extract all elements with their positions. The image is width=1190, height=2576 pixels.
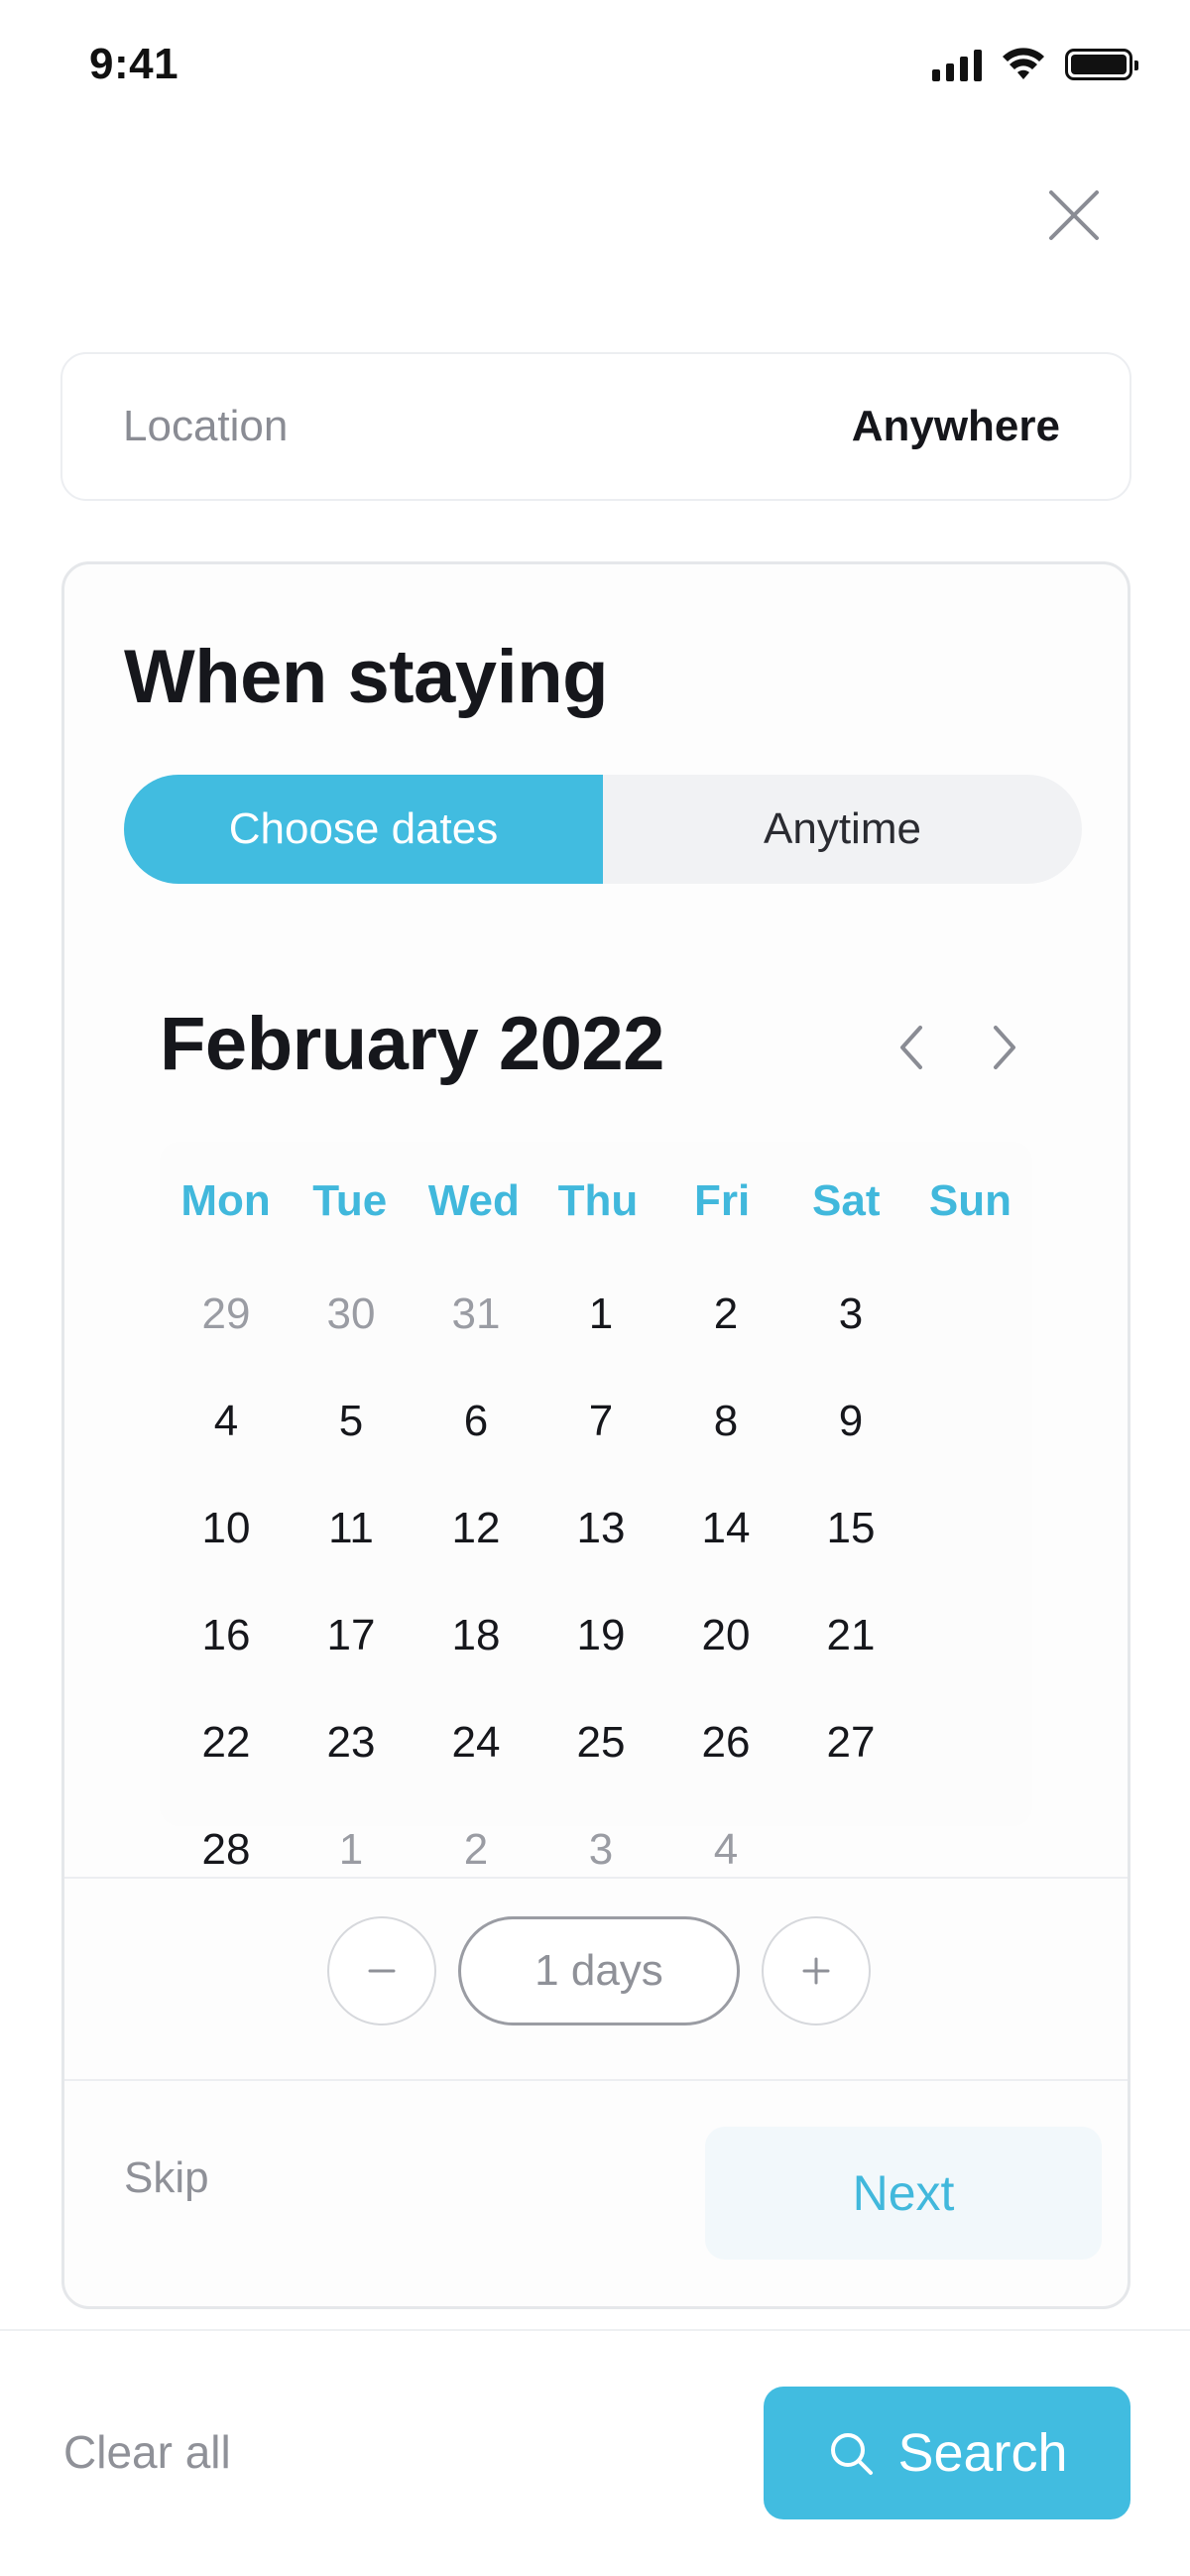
next-button[interactable]: Next [705, 2127, 1102, 2260]
when-staying-card: When staying Choose dates Anytime Februa… [61, 561, 1130, 2309]
calendar-day[interactable]: 18 [414, 1582, 538, 1689]
calendar-day[interactable]: 9 [788, 1368, 913, 1475]
status-bar: 9:41 [0, 0, 1190, 139]
calendar-day[interactable]: 24 [414, 1689, 538, 1796]
duration-stepper: 1 days [64, 1916, 1128, 2025]
location-label: Location [123, 402, 289, 450]
weekday-label: Thu [557, 1176, 639, 1225]
search-icon [831, 2433, 874, 2475]
calendar-day[interactable]: 25 [538, 1689, 663, 1796]
calendar-day[interactable]: 22 [164, 1689, 289, 1796]
calendar-grid: Mon Tue Wed Thu Fri Sat Sun 29 30 31 1 2 3 4 5 6… [160, 1142, 1032, 1874]
calendar-day[interactable]: 16 [164, 1582, 289, 1689]
calendar-day[interactable]: 31 [414, 1261, 538, 1368]
weekday-header: Mon Tue Wed Thu Fri Sat Sun [160, 1142, 1032, 1261]
tab-anytime[interactable]: Anytime [603, 775, 1082, 884]
calendar-day[interactable]: 12 [414, 1475, 538, 1582]
previous-month-button[interactable] [882, 1013, 941, 1082]
calendar-day[interactable]: 10 [164, 1475, 289, 1582]
weekday-label: Mon [180, 1176, 271, 1225]
section-title: When staying [124, 635, 609, 719]
calendar-day[interactable]: 26 [663, 1689, 788, 1796]
calendar-day[interactable]: 14 [663, 1475, 788, 1582]
calendar-day[interactable]: 4 [164, 1368, 289, 1475]
calendar-day[interactable]: 13 [538, 1475, 663, 1582]
close-button[interactable] [1045, 186, 1103, 244]
increase-days-button[interactable] [762, 1916, 871, 2025]
location-field[interactable]: Location Anywhere [60, 352, 1131, 501]
calendar-day[interactable]: 29 [164, 1261, 289, 1368]
days-count: 1 days [458, 1916, 740, 2025]
footer-divider [0, 2329, 1190, 2331]
chevron-left-icon [900, 1026, 922, 1069]
month-title: February 2022 [160, 1002, 664, 1086]
calendar-day[interactable]: 19 [538, 1582, 663, 1689]
calendar-day[interactable]: 1 [538, 1261, 663, 1368]
weekday-label: Sun [928, 1176, 1012, 1225]
divider [64, 1877, 1128, 1879]
chevron-right-icon [994, 1026, 1015, 1069]
search-button[interactable]: Search [764, 2387, 1130, 2519]
status-icons [932, 48, 1138, 81]
divider [64, 2079, 1128, 2081]
battery-icon [1065, 49, 1138, 80]
calendar-day[interactable]: 2 [663, 1261, 788, 1368]
calendar-day[interactable]: 27 [788, 1689, 913, 1796]
decrease-days-button[interactable] [327, 1916, 436, 2025]
plus-icon [802, 1957, 830, 1985]
days-grid: 29 30 31 1 2 3 4 5 6 7 8 9 10 11 12 13 14 15 16 17 18 19 20 21 2… [160, 1261, 1032, 1903]
calendar-day[interactable]: 15 [788, 1475, 913, 1582]
wifi-icon [1003, 48, 1044, 79]
calendar-day[interactable]: 2 [414, 1796, 538, 1903]
location-value: Anywhere [851, 402, 1060, 450]
calendar-day[interactable]: 21 [788, 1582, 913, 1689]
weekday-label: Wed [427, 1176, 520, 1225]
weekday-label: Tue [312, 1176, 388, 1225]
clear-all-button[interactable]: Clear all [63, 2425, 231, 2479]
cellular-signal-icon [932, 48, 982, 81]
close-icon [1049, 190, 1099, 240]
weekday-label: Sat [812, 1176, 881, 1225]
next-month-button[interactable] [975, 1013, 1034, 1082]
calendar-day[interactable]: 30 [289, 1261, 414, 1368]
skip-button[interactable]: Skip [124, 2153, 209, 2203]
date-mode-toggle: Choose dates Anytime [124, 775, 1082, 884]
status-time: 9:41 [89, 40, 179, 88]
weekday-label: Fri [694, 1176, 751, 1225]
calendar-day[interactable]: 11 [289, 1475, 414, 1582]
calendar-day[interactable]: 4 [663, 1796, 788, 1903]
search-label: Search [897, 2423, 1068, 2483]
calendar-day[interactable]: 6 [414, 1368, 538, 1475]
calendar-day[interactable]: 7 [538, 1368, 663, 1475]
minus-icon [368, 1969, 396, 1973]
calendar-day[interactable]: 1 [289, 1796, 414, 1903]
calendar-day[interactable]: 20 [663, 1582, 788, 1689]
calendar-day[interactable]: 17 [289, 1582, 414, 1689]
calendar-day[interactable]: 8 [663, 1368, 788, 1475]
calendar-day[interactable]: 3 [788, 1261, 913, 1368]
calendar-day[interactable]: 28 [164, 1796, 289, 1903]
calendar-day[interactable]: 5 [289, 1368, 414, 1475]
calendar-day[interactable]: 23 [289, 1689, 414, 1796]
calendar-day[interactable]: 3 [538, 1796, 663, 1903]
tab-choose-dates[interactable]: Choose dates [124, 775, 603, 884]
